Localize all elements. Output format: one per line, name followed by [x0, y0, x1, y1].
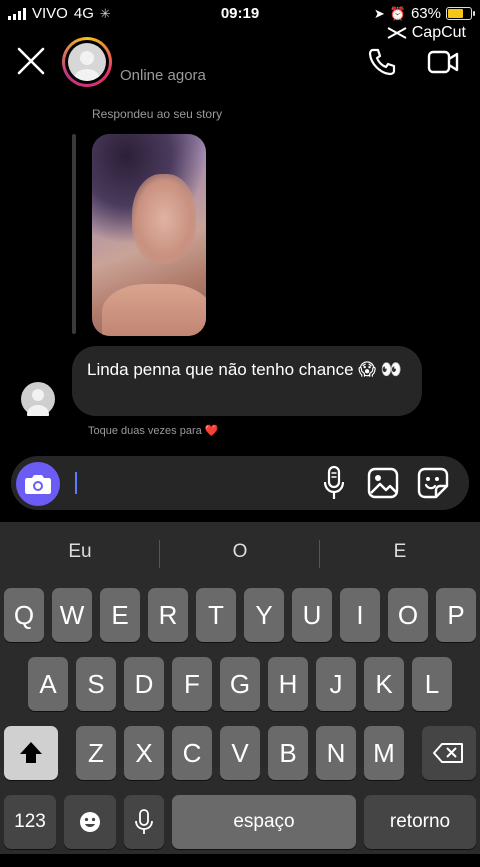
key-s[interactable]: S [76, 657, 116, 711]
emoji-icon [80, 812, 100, 832]
backspace-icon [433, 743, 463, 763]
online-status: Online agora [120, 67, 206, 84]
key-m[interactable]: M [364, 726, 404, 780]
contact-avatar[interactable] [62, 37, 112, 87]
double-tap-hint: Toque duas vezes para ❤️ [88, 425, 219, 437]
camera-button[interactable] [16, 462, 60, 506]
capcut-watermark: CapCut [386, 24, 466, 42]
alarm-icon: ⏰ [389, 5, 406, 21]
reply-indicator-bar [72, 134, 76, 334]
key-f[interactable]: F [172, 657, 212, 711]
key-h[interactable]: H [268, 657, 308, 711]
text-cursor [75, 472, 77, 494]
key-u[interactable]: U [292, 588, 332, 642]
battery-icon [446, 7, 475, 20]
key-v[interactable]: V [220, 726, 260, 780]
sender-avatar[interactable] [21, 382, 55, 423]
microphone-icon[interactable] [320, 464, 348, 502]
shift-key[interactable] [4, 726, 58, 780]
key-w[interactable]: W [52, 588, 92, 642]
location-icon: ➤ [373, 5, 385, 21]
suggestion-1[interactable]: Eu [0, 532, 160, 572]
key-i[interactable]: I [340, 588, 380, 642]
key-g[interactable]: G [220, 657, 260, 711]
emoji-key[interactable] [64, 795, 116, 849]
key-n[interactable]: N [316, 726, 356, 780]
key-j[interactable]: J [316, 657, 356, 711]
suggestion-2[interactable]: O [160, 532, 320, 572]
battery-percent: 63% [410, 5, 441, 22]
key-b[interactable]: B [268, 726, 308, 780]
key-e[interactable]: E [100, 588, 140, 642]
key-t[interactable]: T [196, 588, 236, 642]
key-c[interactable]: C [172, 726, 212, 780]
key-d[interactable]: D [124, 657, 164, 711]
story-thumbnail[interactable] [92, 134, 206, 336]
return-key[interactable]: retorno [364, 795, 476, 849]
key-p[interactable]: P [436, 588, 476, 642]
key-l[interactable]: L [412, 657, 452, 711]
key-y[interactable]: Y [244, 588, 284, 642]
key-r[interactable]: R [148, 588, 188, 642]
watermark-label: CapCut [411, 24, 466, 41]
gallery-icon[interactable] [366, 466, 400, 500]
capcut-logo-icon [387, 27, 407, 39]
avatar-placeholder [68, 43, 106, 81]
battery-fill [448, 9, 464, 18]
message-text: Linda penna que não tenho chance 😱 👀 [87, 360, 402, 379]
key-x[interactable]: X [124, 726, 164, 780]
suggestion-3[interactable]: E [320, 532, 480, 572]
story-reply-label: Respondeu ao seu story [92, 107, 223, 121]
default-user-icon [27, 389, 49, 423]
dictation-key[interactable] [124, 795, 164, 849]
key-o[interactable]: O [388, 588, 428, 642]
backspace-key[interactable] [422, 726, 476, 780]
microphone-icon [135, 809, 153, 834]
key-a[interactable]: A [28, 657, 68, 711]
key-q[interactable]: Q [4, 588, 44, 642]
video-camera-icon[interactable] [426, 46, 460, 78]
numbers-key[interactable]: 123 [4, 795, 56, 849]
key-k[interactable]: K [364, 657, 404, 711]
space-key[interactable]: espaço [172, 795, 356, 849]
message-input[interactable] [82, 463, 316, 507]
story-photo-face [132, 174, 196, 264]
sticker-icon[interactable] [416, 466, 450, 500]
close-icon[interactable] [16, 46, 46, 76]
story-photo-body [102, 284, 206, 336]
default-user-icon [74, 51, 100, 81]
status-right: ➤ ⏰ 63% [373, 5, 475, 22]
key-z[interactable]: Z [76, 726, 116, 780]
camera-icon [25, 475, 51, 494]
phone-icon[interactable] [366, 46, 398, 78]
shift-icon [20, 742, 42, 763]
